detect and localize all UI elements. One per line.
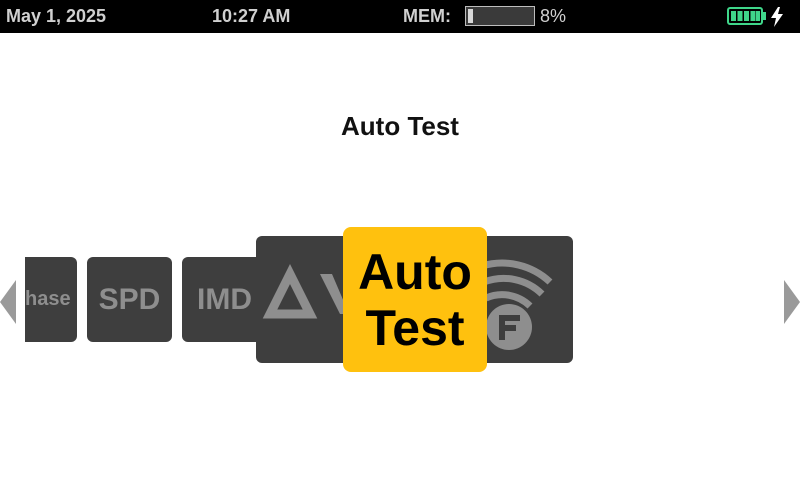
memory-bar	[465, 6, 535, 26]
wifi-f-icon	[480, 259, 553, 350]
memory-label: MEM:	[403, 6, 451, 26]
carousel-item-label: SPD	[98, 282, 161, 316]
page-title: Auto Test	[341, 111, 459, 141]
test-carousel: hase SPD IMD Auto Test	[0, 220, 800, 380]
carousel-item-label: IMD	[197, 282, 252, 316]
carousel-item-spd[interactable]: SPD	[87, 257, 172, 342]
carousel-item-label: hase	[25, 288, 71, 310]
memory-bar-fill	[468, 9, 473, 23]
carousel-item-phase[interactable]: hase	[25, 257, 77, 342]
carousel-item-auto-test[interactable]: Auto Test	[343, 227, 487, 372]
carousel-item-label-line1: Auto	[358, 243, 472, 300]
status-time: 10:27 AM	[212, 6, 291, 26]
status-date: May 1, 2025	[6, 6, 107, 26]
battery-icon	[727, 7, 766, 25]
memory-percent: 8%	[540, 6, 567, 26]
status-bar: May 1, 2025 10:27 AM MEM: 8%	[0, 0, 800, 33]
carousel-item-imd[interactable]: IMD	[182, 257, 267, 342]
av-icon	[262, 263, 356, 319]
carousel-item-label-line2: Test	[365, 299, 465, 356]
carousel-item-wifi[interactable]	[472, 236, 573, 363]
charging-bolt-icon	[771, 7, 783, 27]
carousel-item-av[interactable]	[256, 236, 356, 363]
